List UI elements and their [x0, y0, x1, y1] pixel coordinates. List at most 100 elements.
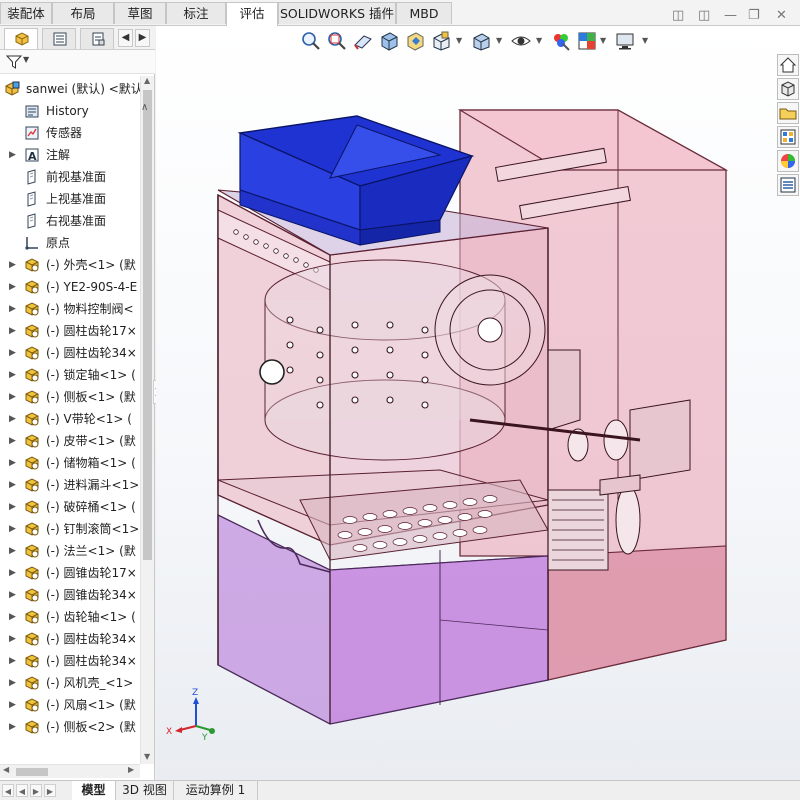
expand-arrow-icon[interactable]: ▶: [9, 408, 19, 430]
assembly-model[interactable]: Z X Y: [156, 26, 800, 780]
task-pane-file-explorer[interactable]: [777, 102, 799, 124]
tree-hscroll-thumb[interactable]: [16, 768, 48, 776]
tree-item[interactable]: ▶ (-) 钉制滚筒<1>: [0, 518, 140, 540]
tree-item[interactable]: ▶ (-) 圆柱齿轮34×: [0, 342, 140, 364]
tree-item[interactable]: ▶ (-) 风机壳_<1>: [0, 672, 140, 694]
scroll-right-arrow-icon[interactable]: ▶: [128, 765, 134, 774]
tree-item[interactable]: ▶ (-) 圆锥齿轮17×: [0, 562, 140, 584]
tree-scroll-thumb[interactable]: [143, 90, 152, 560]
minimize-window-icon[interactable]: —: [724, 8, 737, 23]
expand-arrow-icon[interactable]: ▶: [9, 276, 19, 298]
tree-item[interactable]: History: [0, 100, 140, 122]
task-pane-view-palette[interactable]: [777, 126, 799, 148]
tree-item[interactable]: ▶ (-) 锁定轴<1> (: [0, 364, 140, 386]
expand-arrow-icon[interactable]: ▶: [9, 320, 19, 342]
expand-arrow-icon[interactable]: ▶: [9, 144, 19, 166]
tab-configuration-manager[interactable]: [80, 28, 114, 49]
tree-item[interactable]: ▶ (-) 风扇<1> (默: [0, 694, 140, 716]
task-pane-design-library[interactable]: [777, 78, 799, 100]
hide-show-icon[interactable]: [510, 30, 532, 52]
expand-arrow-icon[interactable]: ▶: [9, 562, 19, 584]
expand-arrow-icon[interactable]: ▶: [9, 650, 19, 672]
expand-arrow-icon[interactable]: ▶: [9, 298, 19, 320]
expand-arrow-icon[interactable]: ▶: [9, 672, 19, 694]
tree-item[interactable]: ▶ (-) 法兰<1> (默: [0, 540, 140, 562]
expand-arrow-icon[interactable]: ▶: [9, 518, 19, 540]
tab-solidworks-addins[interactable]: SOLIDWORKS 插件: [278, 2, 396, 24]
tab-scroll-left-button[interactable]: ◀: [118, 29, 133, 47]
zoom-to-fit-icon[interactable]: [300, 30, 322, 52]
tree-item[interactable]: 右视基准面: [0, 210, 140, 232]
tree-item[interactable]: 传感器: [0, 122, 140, 144]
view-settings-icon[interactable]: [614, 30, 636, 52]
expand-arrow-icon[interactable]: ▶: [9, 430, 19, 452]
edit-appearance-icon[interactable]: [550, 30, 572, 52]
tab-assembly[interactable]: 装配体: [0, 2, 52, 24]
tile-left-icon[interactable]: ◫: [672, 8, 684, 23]
display-style-caret-icon[interactable]: ▼: [496, 36, 502, 45]
scroll-down-arrow-icon[interactable]: ▼: [144, 752, 150, 761]
tree-item[interactable]: ▶ (-) 破碎桶<1> (: [0, 496, 140, 518]
tree-item[interactable]: ▶ A 注解: [0, 144, 140, 166]
tree-item[interactable]: 前视基准面: [0, 166, 140, 188]
tree-item[interactable]: ▶ (-) 储物箱<1> (: [0, 452, 140, 474]
tab-scroll-right-button[interactable]: ▶: [135, 29, 150, 47]
hide-show-caret-icon[interactable]: ▼: [536, 36, 542, 45]
tree-item[interactable]: ▶ (-) 侧板<2> (默: [0, 716, 140, 738]
tree-item[interactable]: ▶ (-) 皮带<1> (默: [0, 430, 140, 452]
filter-dropdown-arrow-icon[interactable]: ▼: [23, 55, 29, 64]
first-tab-arrow-icon[interactable]: ◀: [2, 784, 14, 797]
apply-scene-icon[interactable]: [576, 30, 598, 52]
tree-item[interactable]: ▶ (-) 外壳<1> (默: [0, 254, 140, 276]
expand-arrow-icon[interactable]: ▶: [9, 540, 19, 562]
tab-mbd[interactable]: MBD: [396, 2, 452, 24]
expand-arrow-icon[interactable]: ▶: [9, 606, 19, 628]
expand-arrow-icon[interactable]: ▶: [9, 628, 19, 650]
tree-horizontal-scrollbar[interactable]: ◀ ▶: [0, 764, 140, 778]
tab-motion-study[interactable]: 运动算例 1: [174, 781, 258, 800]
tree-item[interactable]: ▶ (-) V带轮<1> (: [0, 408, 140, 430]
apply-scene-caret-icon[interactable]: ▼: [600, 36, 606, 45]
tab-3d-view[interactable]: 3D 视图: [116, 781, 174, 800]
graphics-area[interactable]: Z X Y: [156, 26, 800, 780]
tree-item[interactable]: 原点: [0, 232, 140, 254]
restore-window-icon[interactable]: ❐: [748, 8, 760, 23]
tree-item[interactable]: ▶ (-) 进料漏斗<1>: [0, 474, 140, 496]
tab-feature-manager[interactable]: [4, 28, 38, 49]
expand-arrow-icon[interactable]: ▶: [9, 584, 19, 606]
expand-arrow-icon[interactable]: ▶: [9, 496, 19, 518]
tree-item[interactable]: 上视基准面: [0, 188, 140, 210]
tab-model[interactable]: 模型: [72, 781, 116, 800]
close-window-icon[interactable]: ✕: [776, 8, 787, 23]
view-orientation-caret-icon[interactable]: ▼: [456, 36, 462, 45]
prev-tab-arrow-icon[interactable]: ◀: [16, 784, 28, 797]
tab-sketch[interactable]: 草图: [114, 2, 166, 24]
filter-icon[interactable]: [6, 54, 22, 70]
task-pane-custom-properties[interactable]: [777, 174, 799, 196]
task-pane-home[interactable]: [777, 54, 799, 76]
expand-arrow-icon[interactable]: ▶: [9, 694, 19, 716]
tree-item[interactable]: ▶ (-) 齿轮轴<1> (: [0, 606, 140, 628]
collapse-tree-caret-icon[interactable]: ∧: [141, 102, 148, 113]
tree-item[interactable]: ▶ (-) 物料控制阀<: [0, 298, 140, 320]
tab-evaluate[interactable]: 评估: [226, 2, 278, 26]
scroll-left-arrow-icon[interactable]: ◀: [3, 765, 9, 774]
tree-item[interactable]: ▶ (-) 圆锥齿轮34×: [0, 584, 140, 606]
section-view-icon[interactable]: [378, 30, 400, 52]
expand-arrow-icon[interactable]: ▶: [9, 474, 19, 496]
tree-item[interactable]: ▶ (-) 侧板<1> (默: [0, 386, 140, 408]
last-tab-arrow-icon[interactable]: ▶: [44, 784, 56, 797]
expand-arrow-icon[interactable]: ▶: [9, 364, 19, 386]
expand-arrow-icon[interactable]: ▶: [9, 254, 19, 276]
tab-layout[interactable]: 布局: [52, 2, 114, 24]
expand-arrow-icon[interactable]: ▶: [9, 716, 19, 738]
tree-item[interactable]: ▶ (-) YE2-90S-4-E: [0, 276, 140, 298]
tree-item[interactable]: ▶ (-) 圆柱齿轮17×: [0, 320, 140, 342]
tile-right-icon[interactable]: ◫: [698, 8, 710, 23]
expand-arrow-icon[interactable]: ▶: [9, 386, 19, 408]
zoom-area-icon[interactable]: [326, 30, 348, 52]
tree-item[interactable]: ▶ (-) 圆柱齿轮34×: [0, 650, 140, 672]
tree-vertical-scrollbar[interactable]: ▲ ▼: [140, 76, 154, 764]
tree-root-assembly[interactable]: sanwei (默认) <默认: [0, 78, 140, 100]
tree-item[interactable]: ▶ (-) 圆柱齿轮34×: [0, 628, 140, 650]
